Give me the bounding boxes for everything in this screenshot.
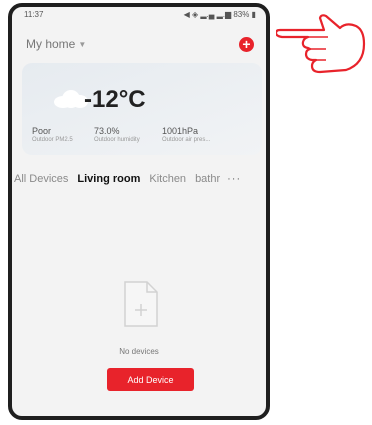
status-bar: 11:37 ◀ ◈ ▂.▄ ▂.▆ 83% ▮ [12,7,266,21]
cloud-icon [54,90,88,108]
home-selector[interactable]: My home ▼ [26,37,86,51]
add-device-button[interactable]: Add Device [107,368,194,391]
humidity-value: 73.0% [94,126,120,136]
pointing-hand-icon [276,14,366,74]
pm25-metric: Poor Outdoor PM2.5 [32,126,73,143]
tab-living-room[interactable]: Living room [77,173,140,185]
pm25-value: Poor [32,126,52,136]
phone-frame: 11:37 ◀ ◈ ▂.▄ ▂.▆ 83% ▮ My home ▼ + -12°… [8,3,270,420]
pressure-label: Outdoor air pres... [162,137,211,143]
pm25-label: Outdoor PM2.5 [32,137,73,143]
status-time: 11:37 [24,9,44,19]
temperature: -12°C [84,86,146,113]
pressure-metric: 1001hPa Outdoor air pres... [162,126,210,143]
pressure-value: 1001hPa [162,126,199,136]
tab-kitchen[interactable]: Kitchen [149,173,186,185]
app-header: My home ▼ + [12,29,266,59]
chevron-down-icon: ▼ [78,39,87,49]
tab-bathroom[interactable]: bathr [195,173,220,185]
plus-circle-icon[interactable]: + [239,36,254,52]
humidity-metric: 73.0% Outdoor humidity [94,126,140,143]
tab-all-devices[interactable]: All Devices [14,173,68,185]
home-name: My home [26,37,76,51]
no-devices-text: No devices [119,347,159,356]
weather-card[interactable]: -12°C Poor Outdoor PM2.5 73.0% Outdoor h… [22,63,262,155]
humidity-label: Outdoor humidity [94,137,140,143]
more-tabs-button[interactable]: ··· [227,173,241,185]
room-tabs: All Devices Living room Kitchen bathr ··… [12,169,266,189]
empty-file-icon [124,281,158,327]
status-indicators: ◀ ◈ ▂.▄ ▂.▆ 83% ▮ [183,9,256,19]
